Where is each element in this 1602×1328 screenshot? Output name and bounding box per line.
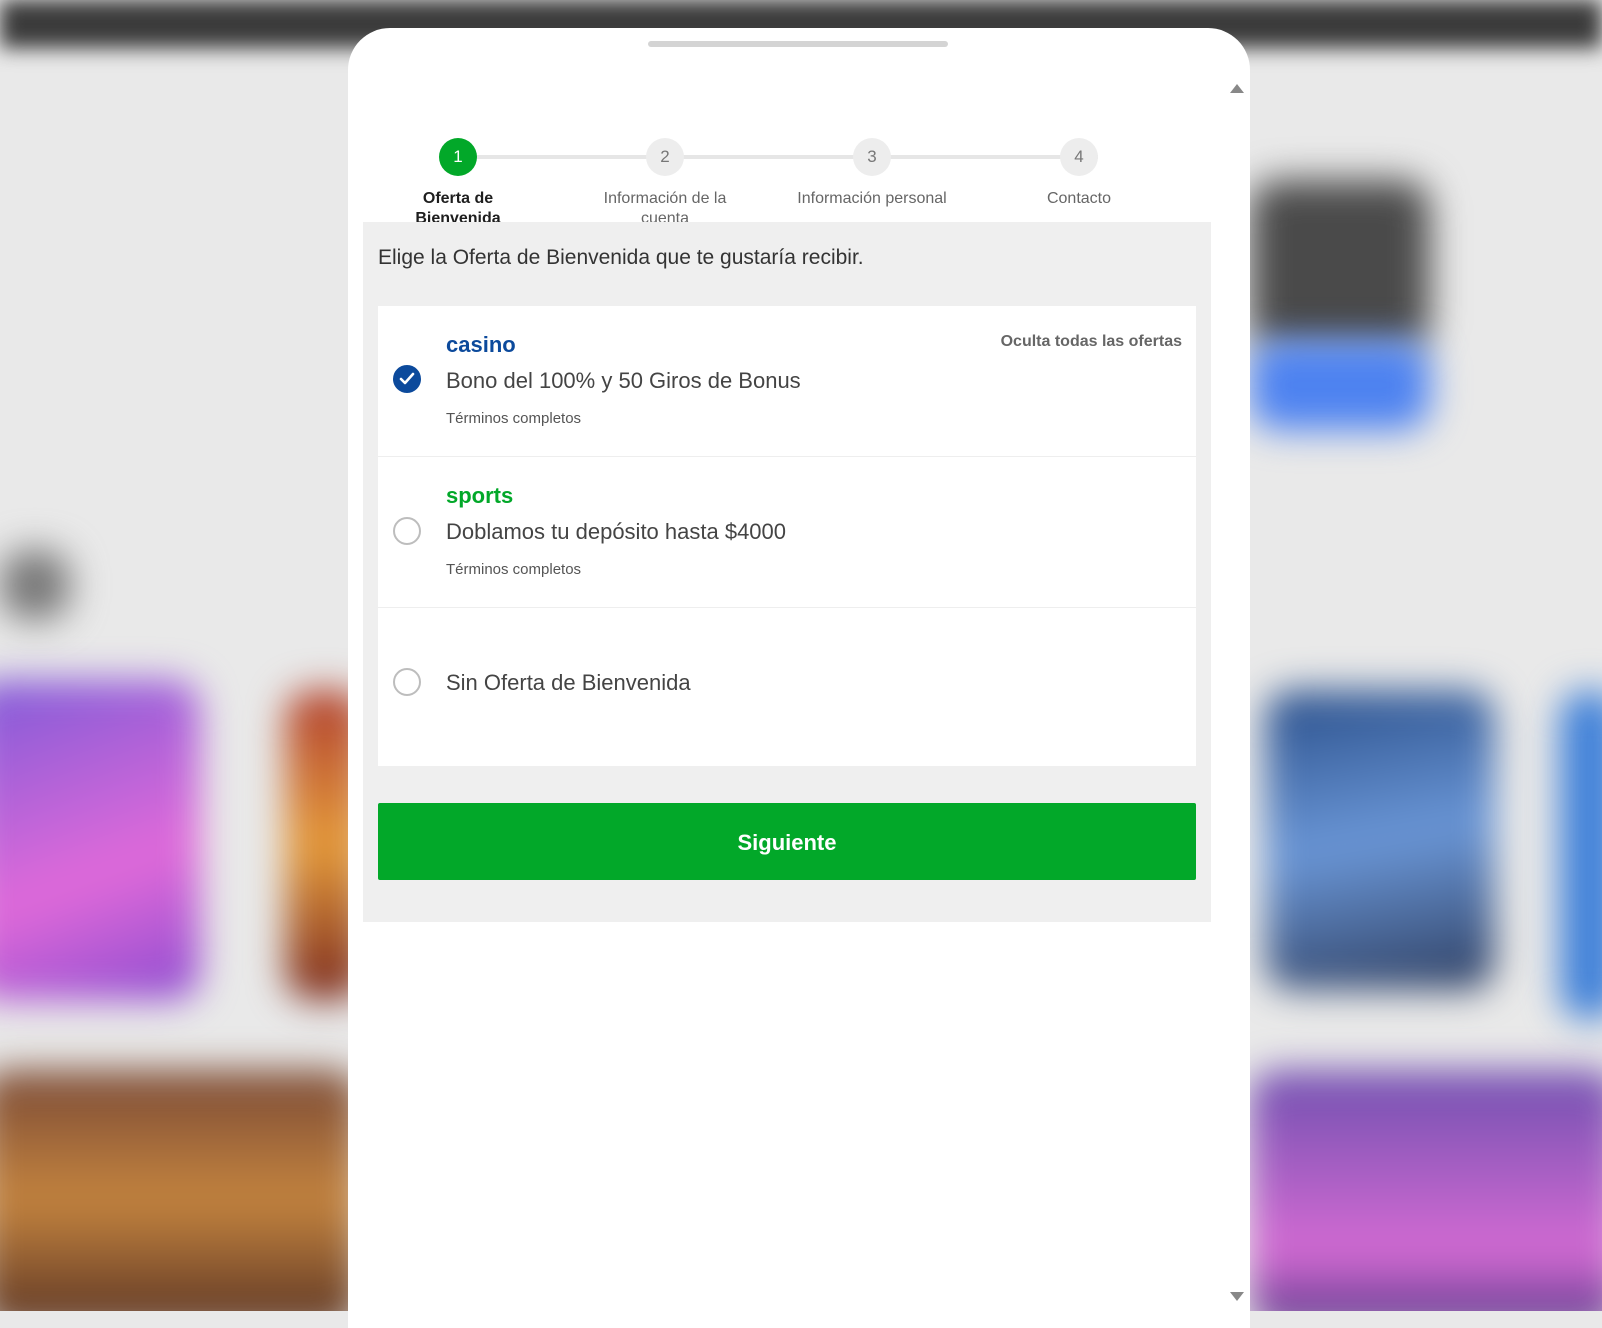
offer-option-none[interactable]: Sin Oferta de Bienvenida bbox=[378, 608, 1196, 768]
radio-unchecked-icon[interactable] bbox=[393, 668, 421, 696]
step-number: 1 bbox=[439, 138, 477, 176]
scroll-down-arrow-icon[interactable] bbox=[1230, 1292, 1244, 1301]
radio-checked-icon[interactable] bbox=[393, 365, 421, 393]
registration-stepper: 1 Oferta de Bienvenida 2 Información de … bbox=[348, 108, 1250, 227]
background-icon bbox=[0, 550, 70, 620]
background-game-tile bbox=[0, 1070, 360, 1311]
checkmark-icon bbox=[399, 372, 415, 385]
full-terms-link[interactable]: Términos completos bbox=[446, 561, 581, 578]
offer-intro-text: Elige la Oferta de Bienvenida que te gus… bbox=[378, 246, 864, 269]
offers-list: casino Oculta todas las ofertas Bono del… bbox=[378, 306, 1196, 766]
next-button[interactable]: Siguiente bbox=[378, 803, 1196, 880]
step-personal-info: 3 Información personal bbox=[782, 138, 962, 209]
step-contact: 4 Contacto bbox=[989, 138, 1169, 209]
step-welcome-offer: 1 Oferta de Bienvenida bbox=[368, 138, 548, 229]
step-account-info: 2 Información de la cuenta bbox=[575, 138, 755, 229]
full-terms-link[interactable]: Términos completos bbox=[446, 410, 581, 427]
registration-modal: 1 Oferta de Bienvenida 2 Información de … bbox=[348, 28, 1250, 1328]
step-label: Contacto bbox=[1046, 190, 1112, 207]
background-game-tile bbox=[1265, 690, 1495, 990]
background-button bbox=[1250, 340, 1430, 430]
offer-title: casino bbox=[446, 332, 516, 357]
offer-description: Doblamos tu depósito hasta $4000 bbox=[446, 519, 787, 544]
drag-handle[interactable] bbox=[648, 41, 948, 47]
offer-title: sports bbox=[446, 483, 514, 508]
hide-all-offers-link[interactable]: Oculta todas las ofertas bbox=[1001, 333, 1182, 351]
step-number: 2 bbox=[646, 138, 684, 176]
radio-unchecked-icon[interactable] bbox=[393, 517, 421, 545]
background-game-tile bbox=[1560, 690, 1602, 1020]
welcome-offer-panel: Elige la Oferta de Bienvenida que te gus… bbox=[363, 222, 1211, 922]
offer-description: Sin Oferta de Bienvenida bbox=[446, 670, 691, 695]
offer-description: Bono del 100% y 50 Giros de Bonus bbox=[446, 368, 801, 393]
offer-option-sports[interactable]: sports Doblamos tu depósito hasta $4000 … bbox=[378, 457, 1196, 608]
background-game-tile bbox=[0, 680, 200, 1000]
background-game-tile bbox=[1250, 1070, 1602, 1311]
step-number: 4 bbox=[1060, 138, 1098, 176]
scroll-up-arrow-icon[interactable] bbox=[1230, 84, 1244, 93]
offer-option-casino[interactable]: casino Oculta todas las ofertas Bono del… bbox=[378, 306, 1196, 457]
step-number: 3 bbox=[853, 138, 891, 176]
step-label: Información personal bbox=[797, 190, 947, 207]
background-panel bbox=[1250, 180, 1430, 350]
